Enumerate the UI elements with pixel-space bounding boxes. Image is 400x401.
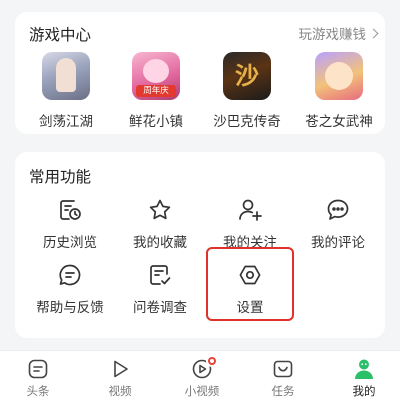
survey-icon (147, 262, 173, 288)
comments-button[interactable]: 我的评论 (298, 197, 378, 251)
settings-label: 设置 (236, 300, 264, 316)
comment-icon (325, 197, 351, 223)
notification-dot (206, 355, 218, 367)
history-button[interactable]: 历史浏览 (30, 197, 110, 251)
tab-short-video-label: 小视频 (184, 384, 220, 398)
tab-short-video[interactable]: 小视频 (172, 355, 232, 399)
tab-headline-label: 头条 (26, 384, 50, 398)
tab-video[interactable]: 视频 (90, 357, 150, 399)
survey-button[interactable]: 问卷调查 (120, 262, 200, 316)
history-icon (57, 197, 83, 223)
play-games-earn-link[interactable]: 玩游戏赚钱 (298, 23, 379, 43)
game-jiandang-icon (42, 52, 90, 100)
game-center-card: 游戏中心 玩游戏赚钱 剑荡江湖 周年庆 鲜花小镇 沙 沙巴克传奇 苍之女武神 (15, 12, 385, 134)
tab-profile[interactable]: 我的 (334, 357, 394, 399)
video-play-icon (108, 357, 132, 381)
settings-button[interactable]: 设置 (210, 262, 290, 316)
game-logo-text: 沙 (235, 61, 259, 90)
help-feedback-button[interactable]: 帮助与反馈 (30, 262, 110, 316)
tab-task-label: 任务 (271, 384, 295, 398)
tab-profile-label: 我的 (352, 384, 376, 398)
headline-icon (26, 357, 50, 381)
game-label: 剑荡江湖 (39, 114, 93, 130)
survey-label: 问卷调查 (133, 300, 187, 316)
task-icon (271, 357, 295, 381)
game-cangzhi-icon (315, 52, 363, 100)
game-item-shabake[interactable]: 沙 沙巴克传奇 (207, 52, 287, 130)
tab-headline[interactable]: 头条 (8, 357, 68, 399)
favorites-label: 我的收藏 (133, 235, 187, 251)
tab-video-label: 视频 (108, 384, 132, 398)
anniversary-badge: 周年庆 (136, 85, 176, 97)
tab-task[interactable]: 任务 (253, 357, 313, 399)
game-item-jiandang[interactable]: 剑荡江湖 (26, 52, 106, 130)
game-xianhua-icon: 周年庆 (132, 52, 180, 100)
following-button[interactable]: 我的关注 (210, 197, 290, 251)
short-video-icon (190, 355, 218, 381)
bottom-tab-bar: 头条 视频 小视频 任务 我的 (0, 350, 400, 401)
game-label: 沙巴克传奇 (213, 114, 281, 130)
help-feedback-label: 帮助与反馈 (36, 300, 104, 316)
following-label: 我的关注 (223, 235, 277, 251)
game-item-cangzhi[interactable]: 苍之女武神 (299, 52, 379, 130)
favorites-button[interactable]: 我的收藏 (120, 197, 200, 251)
common-functions-title: 常用功能 (29, 168, 92, 186)
game-center-title: 游戏中心 (29, 26, 92, 44)
game-label: 鲜花小镇 (129, 114, 183, 130)
game-item-xianhua[interactable]: 周年庆 鲜花小镇 (116, 52, 196, 130)
chevron-right-icon (368, 28, 379, 38)
comments-label: 我的评论 (311, 235, 365, 251)
profile-icon (352, 357, 376, 381)
game-label: 苍之女武神 (305, 114, 373, 130)
history-label: 历史浏览 (43, 235, 97, 251)
common-functions-card: 常用功能 历史浏览 我的收藏 我的关注 我的评论 帮助与反馈 问卷调查 设置 (15, 152, 385, 338)
game-shabake-icon: 沙 (223, 52, 271, 100)
settings-icon (237, 262, 263, 288)
help-feedback-icon (57, 262, 83, 288)
play-games-earn-label: 玩游戏赚钱 (298, 27, 367, 43)
star-icon (147, 197, 173, 223)
add-user-icon (237, 197, 263, 223)
